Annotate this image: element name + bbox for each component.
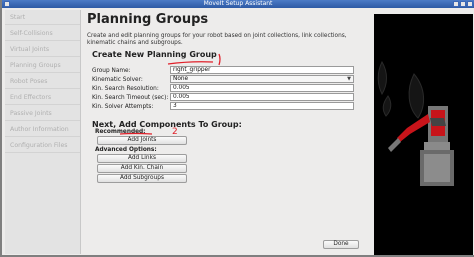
main-panel: Planning Groups Create and edit planning… bbox=[87, 10, 359, 254]
search-timeout-label: Kin. Search Timeout (sec): bbox=[92, 95, 169, 101]
done-button[interactable]: Done bbox=[323, 240, 359, 249]
group-name-label: Group Name: bbox=[92, 68, 131, 74]
solver-attempts-label: Kin. Solver Attempts: bbox=[92, 104, 154, 110]
kinematic-solver-value: None bbox=[173, 76, 189, 82]
search-resolution-input[interactable] bbox=[170, 84, 354, 92]
group-name-input[interactable] bbox=[170, 66, 354, 74]
sidebar-item-passive-joints[interactable]: Passive Joints bbox=[5, 106, 80, 121]
robot-3d-viewer[interactable] bbox=[374, 14, 473, 255]
add-links-button[interactable]: Add Links bbox=[97, 154, 187, 163]
chevron-down-icon: ▼ bbox=[347, 76, 351, 82]
maximize-button[interactable] bbox=[460, 1, 466, 7]
page-description: Create and edit planning groups for your… bbox=[87, 33, 347, 46]
sidebar-item-planning-groups[interactable]: Planning Groups bbox=[5, 58, 80, 73]
sidebar-item-robot-poses[interactable]: Robot Poses bbox=[5, 74, 80, 89]
minimize-button[interactable] bbox=[453, 1, 459, 7]
robot-model bbox=[374, 14, 473, 255]
add-subgroups-button[interactable]: Add Subgroups bbox=[97, 174, 187, 183]
add-kin-chain-button[interactable]: Add Kin. Chain bbox=[97, 164, 187, 173]
sidebar-item-start[interactable]: Start bbox=[5, 10, 80, 25]
add-components-heading: Next, Add Components To Group: bbox=[92, 120, 242, 129]
sidebar-item-configuration-files[interactable]: Configuration Files bbox=[5, 138, 80, 153]
close-button[interactable] bbox=[467, 1, 473, 7]
sidebar-item-self-collisions[interactable]: Self-Collisions bbox=[5, 26, 80, 41]
solver-attempts-input[interactable] bbox=[170, 102, 354, 110]
kinematic-solver-label: Kinematic Solver: bbox=[92, 77, 143, 83]
recommended-label: Recommended: bbox=[95, 129, 146, 135]
sidebar: Start Self-Collisions Virtual Joints Pla… bbox=[5, 10, 81, 254]
window-title: MoveIt Setup Assistant bbox=[203, 0, 273, 7]
search-timeout-input[interactable] bbox=[170, 93, 354, 101]
search-resolution-label: Kin. Search Resolution: bbox=[92, 86, 159, 92]
create-group-heading: Create New Planning Group bbox=[92, 50, 217, 59]
sidebar-item-author-information[interactable]: Author Information bbox=[5, 122, 80, 137]
add-joints-button[interactable]: Add Joints bbox=[97, 136, 187, 145]
page-title: Planning Groups bbox=[87, 12, 209, 27]
advanced-options-label: Advanced Options: bbox=[95, 147, 157, 153]
sidebar-item-end-effectors[interactable]: End Effectors bbox=[5, 90, 80, 105]
sidebar-item-virtual-joints[interactable]: Virtual Joints bbox=[5, 42, 80, 57]
app-window: MoveIt Setup Assistant Start Self-Collis… bbox=[2, 0, 474, 255]
kinematic-solver-select[interactable]: None ▼ bbox=[170, 75, 354, 83]
title-bar: MoveIt Setup Assistant bbox=[2, 0, 474, 8]
